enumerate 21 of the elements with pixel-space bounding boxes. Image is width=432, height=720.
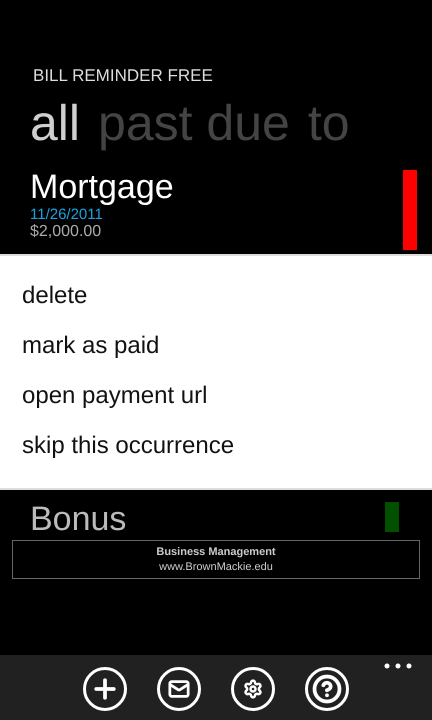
mail-button[interactable]: [157, 667, 201, 711]
add-button[interactable]: [83, 667, 127, 711]
settings-button[interactable]: [231, 667, 275, 711]
settings-icon: [243, 679, 263, 699]
menu-item[interactable]: skip this occurrence: [22, 432, 432, 460]
app-title: BILL REMINDER FREE: [32, 65, 214, 86]
more-icon[interactable]: [384, 663, 412, 669]
menu-item[interactable]: open payment url: [22, 382, 432, 410]
help-button[interactable]: [305, 667, 349, 711]
pivot-tab[interactable]: all: [30, 94, 80, 152]
menu-item[interactable]: delete: [22, 282, 432, 310]
mail-icon: [168, 678, 190, 700]
help-icon: [312, 674, 342, 704]
bill-date: 11/26/2011: [30, 206, 104, 223]
bill-name: Mortgage: [30, 168, 174, 206]
bill-name: Bonus: [30, 500, 126, 538]
ad-title: Business Management: [156, 546, 276, 558]
bill-amount: $2,000.00: [30, 223, 102, 241]
ad-banner[interactable]: Business Management www.BrownMackie.edu: [12, 540, 420, 579]
menu-item[interactable]: mark as paid: [22, 332, 432, 360]
ad-url: www.BrownMackie.edu: [159, 561, 273, 573]
